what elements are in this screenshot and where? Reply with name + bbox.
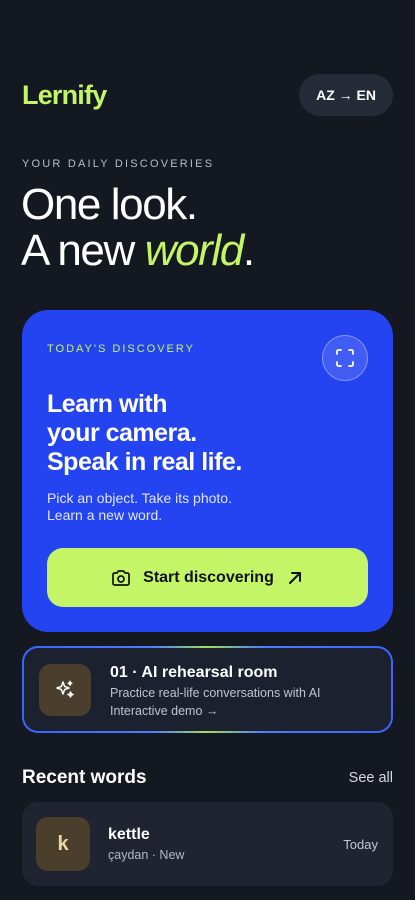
app-header: Lernify AZ → EN [22, 74, 393, 116]
discovery-title: Learn with your camera. Speak in real li… [47, 390, 242, 477]
word-letter-avatar: k [36, 817, 90, 871]
list-item[interactable]: k kettle çaydan · New Today [22, 802, 393, 886]
ai-card-description: Practice real-life conversations with AI [110, 686, 321, 700]
sparkle-icon [56, 680, 74, 698]
start-discovering-label: Start discovering [143, 568, 274, 586]
discovery-title-line-3: Speak in real life. [47, 448, 242, 476]
discovery-subtitle: Pick an object. Take its photo. Learn a … [47, 490, 232, 524]
arrow-up-right-icon [288, 571, 301, 584]
ai-card-title: 01 · AI rehearsal room [110, 664, 278, 681]
see-all-link[interactable]: See all [349, 770, 393, 786]
page-headline: One look. A new world. [21, 180, 255, 275]
headline-prefix: A new [21, 226, 145, 275]
section-eyebrow: YOUR DAILY DISCOVERIES [22, 158, 215, 170]
word-term: kettle [108, 826, 150, 843]
start-discovering-button[interactable]: Start discovering [47, 548, 368, 607]
discovery-title-line-1: Learn with [47, 390, 168, 418]
word-date: Today [343, 837, 378, 852]
interactive-demo-link[interactable]: Interactive demo → [110, 704, 218, 718]
discovery-eyebrow: TODAY'S DISCOVERY [47, 343, 195, 355]
discovery-subtitle-line-1: Pick an object. Take its photo. [47, 490, 232, 506]
camera-icon [112, 569, 130, 586]
recent-words-title: Recent words [22, 767, 147, 788]
discovery-card: TODAY'S DISCOVERY Learn with your camera… [22, 310, 393, 632]
scan-frame-icon [336, 349, 354, 367]
recent-words-header: Recent words See all [22, 767, 393, 789]
scan-button[interactable] [322, 335, 368, 381]
word-meta: çaydan · New [108, 848, 185, 862]
language-switch-button[interactable]: AZ → EN [299, 74, 393, 116]
headline-line-2: A new world. [21, 226, 255, 275]
discovery-title-line-2: your camera. [47, 419, 197, 447]
headline-suffix: . [242, 226, 255, 275]
ai-rehearsal-card[interactable]: 01 · AI rehearsal room Practice real-lif… [24, 648, 391, 731]
headline-accent-word: world [144, 226, 245, 275]
headline-line-1: One look. [21, 180, 198, 229]
discovery-subtitle-line-2: Learn a new word. [47, 507, 163, 523]
ai-rehearsal-card-border: 01 · AI rehearsal room Practice real-lif… [22, 646, 393, 733]
ai-icon-tile [39, 664, 91, 716]
app-logo: Lernify [22, 79, 107, 110]
